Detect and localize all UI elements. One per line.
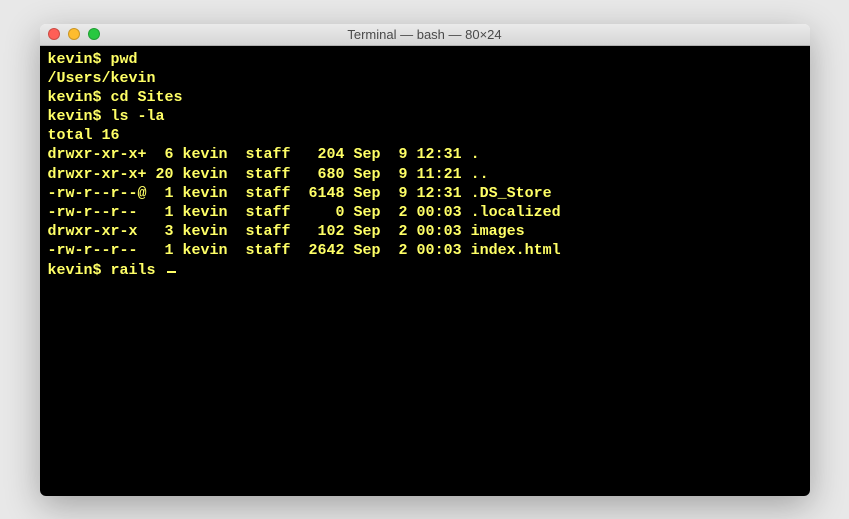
close-icon[interactable] — [48, 28, 60, 40]
terminal-line: drwxr-xr-x 3 kevin staff 102 Sep 2 00:03… — [48, 223, 525, 240]
output-text: /Users/kevin — [48, 70, 156, 87]
cursor-icon — [167, 271, 176, 273]
traffic-lights — [48, 28, 100, 40]
terminal-line: -rw-r--r--@ 1 kevin staff 6148 Sep 9 12:… — [48, 185, 552, 202]
terminal-line: drwxr-xr-x+ 6 kevin staff 204 Sep 9 12:3… — [48, 146, 480, 163]
zoom-icon[interactable] — [88, 28, 100, 40]
terminal-line: /Users/kevin — [48, 70, 156, 87]
prompt: kevin$ — [48, 89, 111, 106]
output-text: drwxr-xr-x 3 kevin staff 102 Sep 2 00:03… — [48, 223, 525, 240]
terminal-line: total 16 — [48, 127, 120, 144]
prompt: kevin$ — [48, 51, 111, 68]
terminal-window: Terminal — bash — 80×24 kevin$ pwd /User… — [40, 24, 810, 496]
output-text: -rw-r--r-- 1 kevin staff 2642 Sep 2 00:0… — [48, 242, 561, 259]
terminal-line: kevin$ ls -la — [48, 108, 165, 125]
output-text: total 16 — [48, 127, 120, 144]
window-title: Terminal — bash — 80×24 — [40, 27, 810, 42]
output-text: drwxr-xr-x+ 20 kevin staff 680 Sep 9 11:… — [48, 166, 489, 183]
terminal-line: kevin$ pwd — [48, 51, 138, 68]
output-text: -rw-r--r-- 1 kevin staff 0 Sep 2 00:03 .… — [48, 204, 561, 221]
terminal-line: -rw-r--r-- 1 kevin staff 2642 Sep 2 00:0… — [48, 242, 561, 259]
current-input[interactable]: rails — [111, 262, 165, 279]
command-text: cd Sites — [111, 89, 183, 106]
command-text: pwd — [111, 51, 138, 68]
prompt: kevin$ — [48, 108, 111, 125]
output-text: -rw-r--r--@ 1 kevin staff 6148 Sep 9 12:… — [48, 185, 552, 202]
minimize-icon[interactable] — [68, 28, 80, 40]
terminal-content[interactable]: kevin$ pwd /Users/kevin kevin$ cd Sites … — [40, 46, 810, 496]
terminal-line: -rw-r--r-- 1 kevin staff 0 Sep 2 00:03 .… — [48, 204, 561, 221]
terminal-current-line: kevin$ rails — [48, 262, 176, 279]
command-text: ls -la — [111, 108, 165, 125]
terminal-line: drwxr-xr-x+ 20 kevin staff 680 Sep 9 11:… — [48, 166, 489, 183]
terminal-line: kevin$ cd Sites — [48, 89, 183, 106]
titlebar[interactable]: Terminal — bash — 80×24 — [40, 24, 810, 46]
prompt: kevin$ — [48, 262, 111, 279]
output-text: drwxr-xr-x+ 6 kevin staff 204 Sep 9 12:3… — [48, 146, 480, 163]
